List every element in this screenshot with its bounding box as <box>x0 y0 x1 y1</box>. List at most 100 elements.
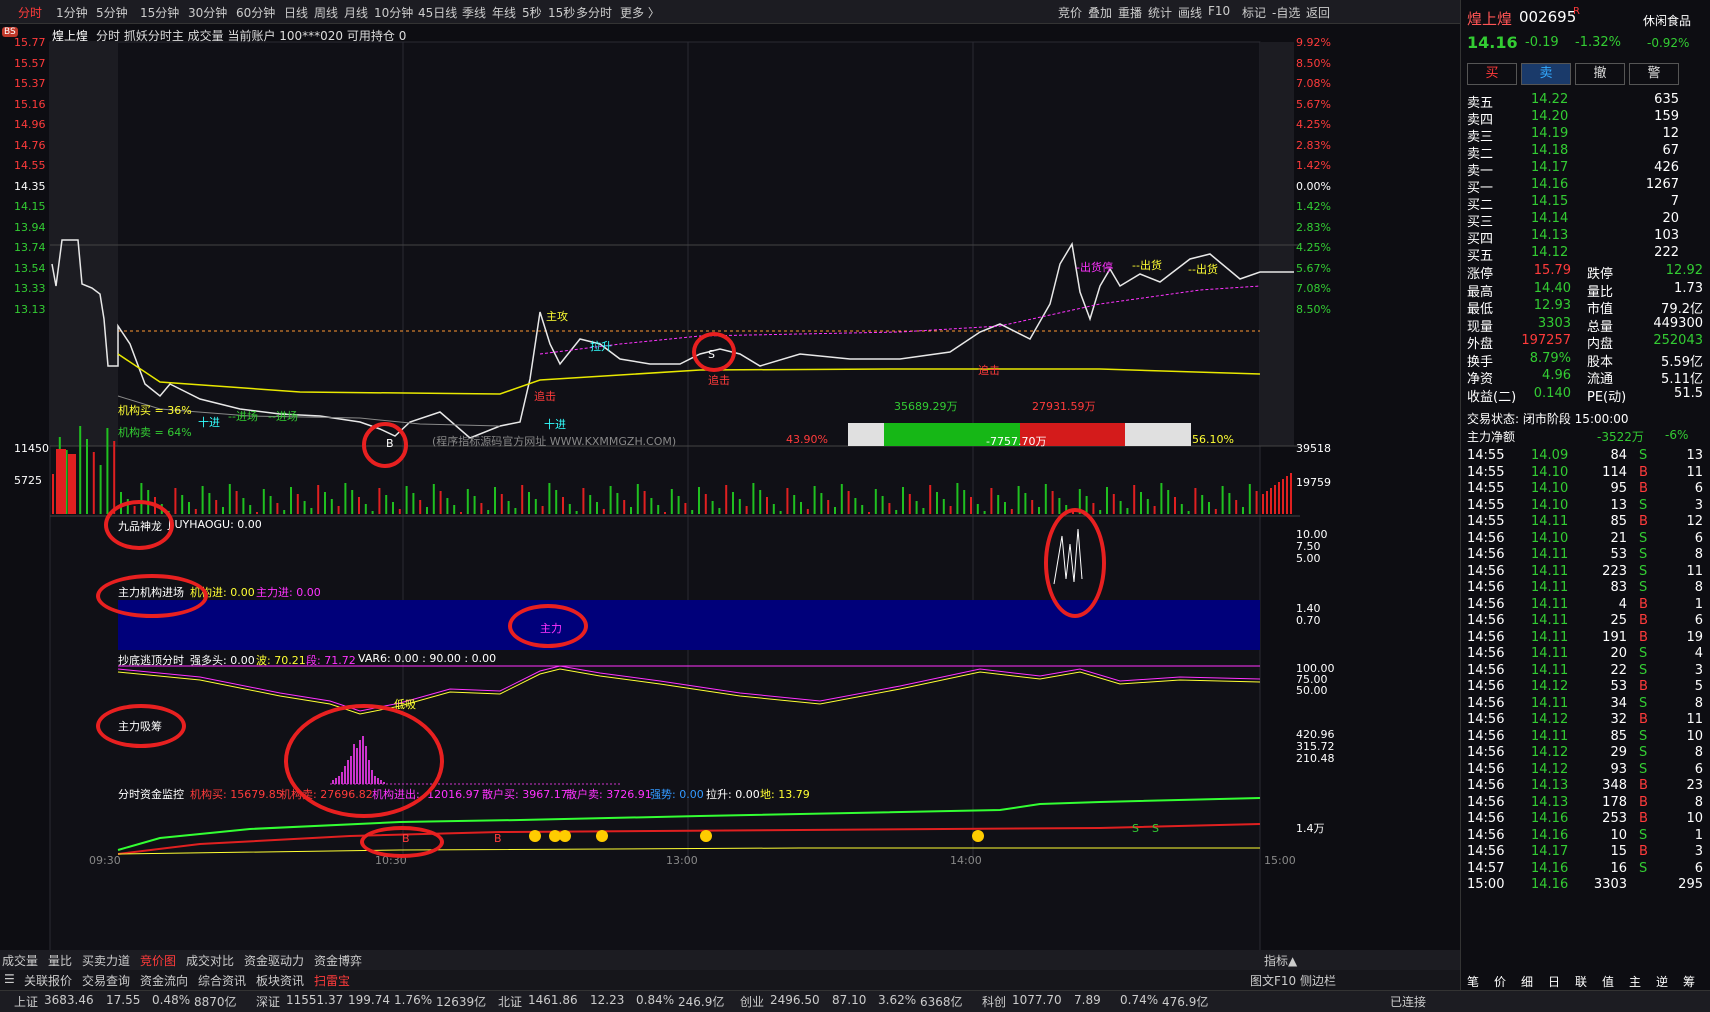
volume-bar <box>623 500 626 514</box>
ask-price: 14.18 <box>1531 143 1569 158</box>
tool-button-1[interactable]: 叠加 <box>1088 4 1112 21</box>
ind4-axis-2: 210.48 <box>1296 752 1335 765</box>
volume-bar <box>874 489 877 514</box>
bottom-tab-0[interactable]: 成交量 <box>2 952 38 969</box>
volume-bar <box>521 485 524 514</box>
info-tabs: ☰ 关联报价 交易查询 资金流向 综合资讯 板块资讯 扫雷宝 图文F10 侧边栏 <box>0 970 1460 990</box>
side-tab-3[interactable]: 日 <box>1548 973 1560 990</box>
volume-bar <box>970 497 972 514</box>
tick-count: 8 <box>1694 695 1703 711</box>
volume-bar <box>555 490 558 514</box>
bottom-tab-2[interactable]: 买卖力道 <box>82 952 130 969</box>
tick-vol: 114 <box>1602 464 1627 480</box>
volume-bar <box>426 507 428 514</box>
info-tab-1[interactable]: 交易查询 <box>82 972 130 989</box>
volume-bar <box>412 493 415 514</box>
tick-time: 14:56 <box>1467 613 1505 628</box>
chart-label-chuhuo1: --出货 <box>1132 259 1162 272</box>
tool-button-6[interactable]: 标记 <box>1242 4 1266 21</box>
sidebar-button[interactable]: 侧边栏 <box>1300 972 1336 989</box>
bottom-tab-6[interactable]: 资金博弈 <box>314 952 362 969</box>
annotation-circle <box>508 604 588 648</box>
netflow-pct: -6% <box>1665 428 1689 442</box>
volume-bar <box>242 498 245 514</box>
side-tab-2[interactable]: 细 <box>1521 973 1533 990</box>
volume-bar <box>827 500 830 514</box>
ind5-s2: S <box>1152 822 1159 835</box>
tick-price: 14.10 <box>1531 530 1569 546</box>
volume-bar <box>228 484 231 514</box>
smiley-icon <box>972 830 984 842</box>
menu-icon[interactable]: ☰ <box>4 972 15 986</box>
side-tab-7[interactable]: 逆 <box>1656 973 1668 990</box>
volume-bar <box>534 499 537 514</box>
tool-button-8[interactable]: 返回 <box>1306 4 1330 21</box>
trade-button-2[interactable]: 撤 <box>1575 63 1625 85</box>
tool-button-3[interactable]: 统计 <box>1148 4 1172 21</box>
pct-tick-4: 4.25% <box>1296 118 1331 131</box>
info-tab-3[interactable]: 综合资讯 <box>198 972 246 989</box>
side-tab-0[interactable]: 笔 <box>1467 973 1479 990</box>
volume-bar <box>1201 495 1204 514</box>
quote-panel: 煌上煌 002695 R 14.16 -0.19 -1.32% 休闲食品 -0.92% 买卖撤警… <box>1460 0 1710 990</box>
stat-value: 14.40 <box>1533 280 1571 296</box>
indicator-menu[interactable]: 指标▲ <box>1264 952 1297 969</box>
side-tab-4[interactable]: 联 <box>1575 973 1587 990</box>
side-tab-1[interactable]: 价 <box>1494 973 1506 990</box>
volume-bar <box>711 501 714 514</box>
volume-bar <box>698 487 700 514</box>
f10-button[interactable]: 图文F10 <box>1250 972 1296 989</box>
tool-button-7[interactable]: -自选 <box>1272 4 1300 21</box>
tool-button-4[interactable]: 画线 <box>1178 4 1202 21</box>
side-tab-6[interactable]: 主 <box>1629 973 1641 990</box>
index-name-0[interactable]: 上证 <box>14 993 38 1010</box>
bottom-tab-3[interactable]: 竞价图 <box>140 952 176 969</box>
index-name-4[interactable]: 科创 <box>982 993 1006 1010</box>
info-tab-4[interactable]: 板块资讯 <box>256 972 304 989</box>
volume-bar <box>820 493 823 514</box>
info-tab-0[interactable]: 关联报价 <box>24 972 72 989</box>
ind1-text: JIUYHAOGU: 0.00 <box>168 518 262 531</box>
stat-value: 15.79 <box>1533 263 1571 278</box>
ind3-b: 波: 70.21 <box>256 654 306 667</box>
volume-bar <box>766 497 768 514</box>
chart-label-watermark: (程序指标源码官方网址 WWW.KXMMGZH.COM) <box>432 435 677 448</box>
price-tick-7: 14.35 <box>14 179 46 193</box>
bottom-tab-4[interactable]: 成交对比 <box>186 952 234 969</box>
ask-vol: 12 <box>1662 126 1679 141</box>
intraday-chart[interactable]: 煌上煌 分时 抓妖分时主 成交量 当前账户 100***020 可用持仓 0 B… <box>0 24 1460 954</box>
pct-tick-12: 7.08% <box>1296 282 1331 295</box>
tick-time: 14:56 <box>1467 662 1505 678</box>
info-tab-5[interactable]: 扫雷宝 <box>314 972 350 989</box>
tick-side: B <box>1639 844 1648 859</box>
tick-side: S <box>1639 827 1648 843</box>
volume-bar <box>1051 491 1054 514</box>
side-tab-5[interactable]: 值 <box>1602 973 1614 990</box>
tool-button-2[interactable]: 重播 <box>1118 4 1142 21</box>
quote-price: 14.16 <box>1467 33 1518 52</box>
chart-label-chuhuo2: --出货 <box>1188 263 1218 276</box>
index-name-1[interactable]: 深证 <box>256 993 280 1010</box>
index-price-4: 1077.70 <box>1012 993 1062 1007</box>
bottom-tab-1[interactable]: 量比 <box>48 952 72 969</box>
volume-bar <box>1010 509 1013 514</box>
pct-tick-11: 5.67% <box>1296 261 1331 275</box>
volume-bar <box>725 485 728 514</box>
tick-side: S <box>1639 497 1648 513</box>
ask-vol: 159 <box>1654 109 1679 124</box>
info-tab-2[interactable]: 资金流向 <box>140 972 188 989</box>
sector-name[interactable]: 休闲食品 <box>1643 12 1691 29</box>
tool-button-5[interactable]: F10 <box>1208 4 1230 18</box>
ind3-axis-2: 50.00 <box>1296 684 1328 697</box>
index-name-3[interactable]: 创业 <box>740 993 764 1010</box>
bottom-tab-5[interactable]: 资金驱动力 <box>244 952 304 969</box>
tool-button-0[interactable]: 竞价 <box>1058 4 1082 21</box>
trade-button-1[interactable]: 卖 <box>1521 63 1571 85</box>
index-name-2[interactable]: 北证 <box>498 993 522 1010</box>
trade-button-0[interactable]: 买 <box>1467 63 1517 85</box>
ind5-d: 散户买: 3967.17 <box>482 788 568 801</box>
side-tab-8[interactable]: 筹 <box>1683 973 1695 990</box>
bid-row: 买二 14.15 7 <box>1461 193 1710 213</box>
tick-time: 14:56 <box>1467 596 1505 612</box>
trade-button-3[interactable]: 警 <box>1629 63 1679 85</box>
